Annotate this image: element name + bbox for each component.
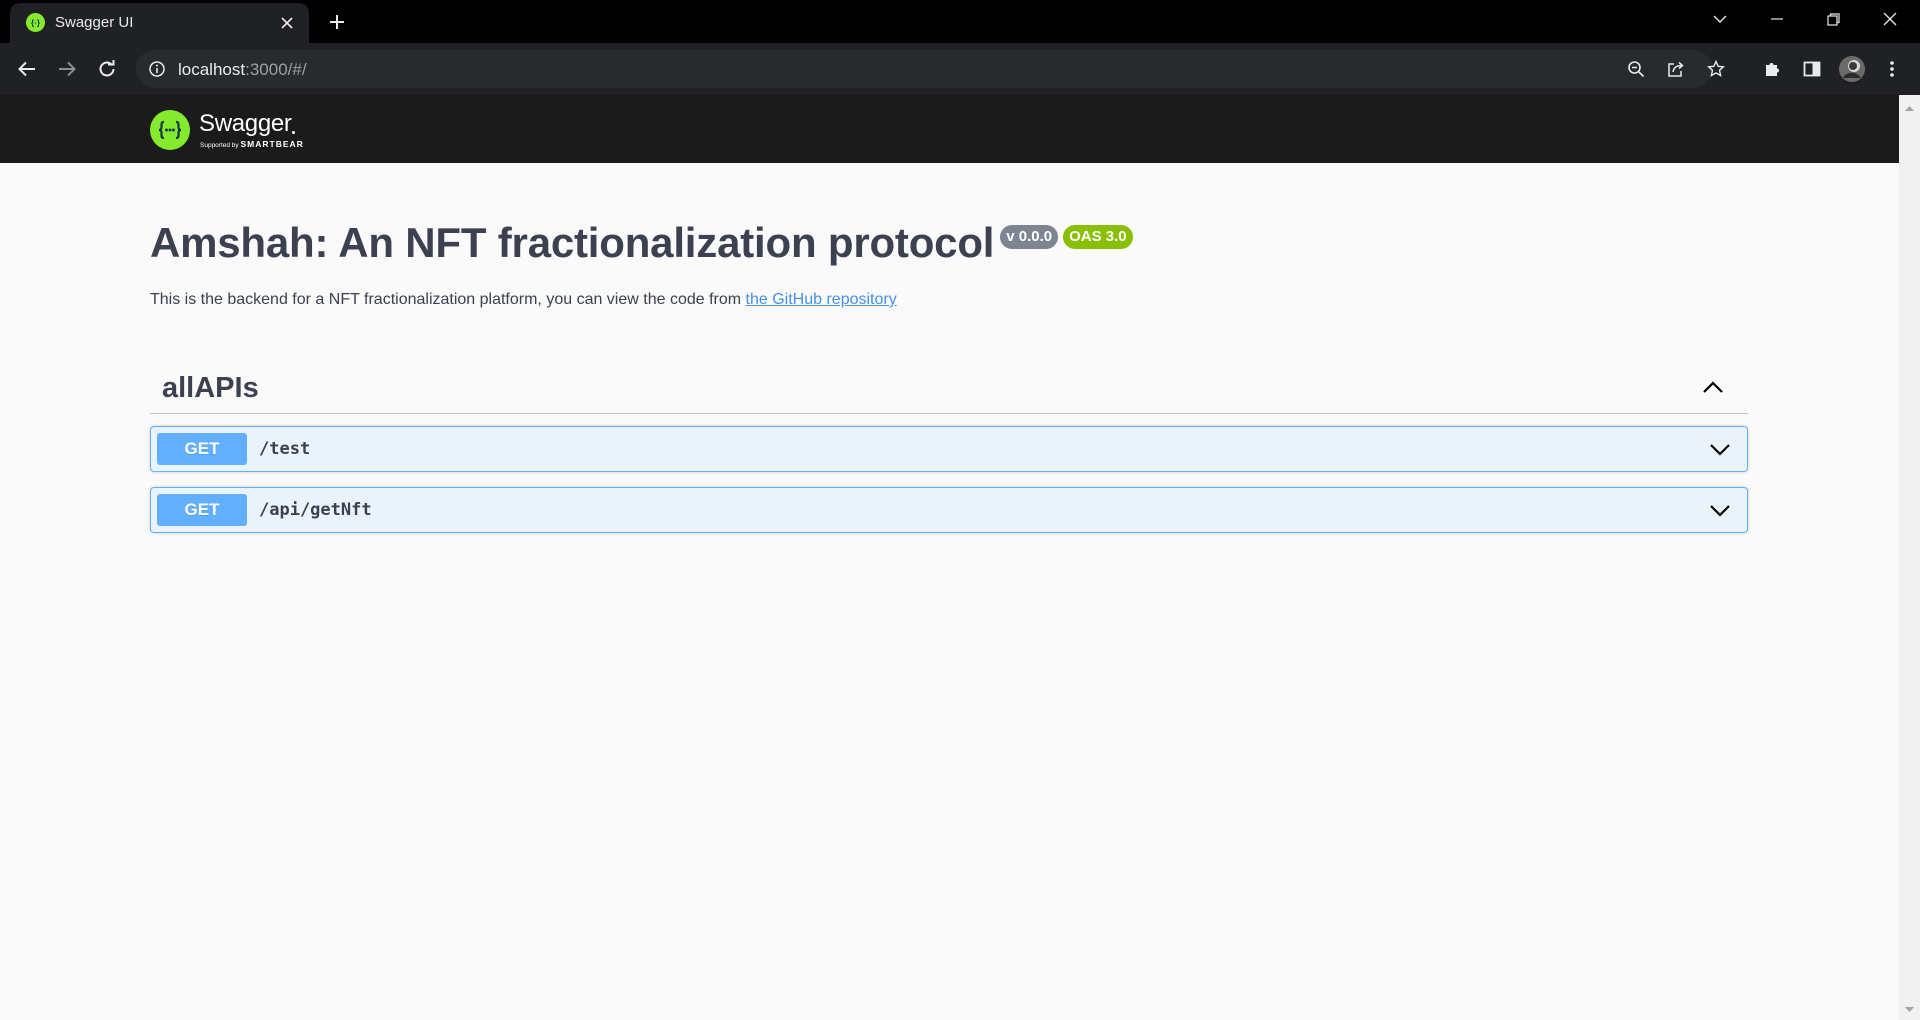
swagger-wordmark: Swagger — [199, 110, 292, 137]
operation-path: /api/getNft — [259, 500, 372, 520]
tab-search-icon[interactable] — [1700, 0, 1740, 38]
chevron-down-icon[interactable] — [1707, 497, 1733, 523]
title-row: Amshah: An NFT fractionalization protoco… — [150, 215, 1748, 271]
scroll-up-arrow-icon[interactable] — [1904, 101, 1915, 112]
arrow-left-icon[interactable] — [11, 53, 43, 85]
restore-icon[interactable] — [1813, 0, 1853, 38]
reload-icon[interactable] — [91, 53, 123, 85]
zoom-icon[interactable] — [1624, 57, 1648, 81]
chevron-down-icon[interactable] — [1707, 436, 1733, 462]
logo-dot — [292, 131, 295, 134]
star-icon[interactable] — [1704, 57, 1728, 81]
scroll-down-arrow-icon[interactable] — [1904, 1002, 1915, 1013]
minimize-icon[interactable] — [1757, 0, 1797, 38]
operation-path: /test — [259, 439, 311, 459]
site-info-icon[interactable] — [148, 60, 166, 78]
swagger-logo[interactable]: Swagger Supported by SMARTBEAR — [150, 106, 319, 154]
new-tab-icon[interactable] — [323, 8, 351, 36]
swagger-logo-icon — [150, 110, 190, 150]
share-icon[interactable] — [1664, 57, 1688, 81]
browser-tab[interactable]: {·} Swagger UI — [10, 3, 309, 43]
kebab-menu-icon[interactable] — [1876, 53, 1908, 85]
swagger-topbar: Swagger Supported by SMARTBEAR — [0, 95, 1899, 163]
page-scrollbar[interactable] — [1899, 95, 1920, 1020]
puzzle-icon[interactable] — [1756, 53, 1788, 85]
oas-badge: OAS 3.0 — [1063, 225, 1133, 249]
api-info: Amshah: An NFT fractionalization protoco… — [150, 215, 1748, 309]
url-text: localhost:3000/#/ — [178, 60, 307, 80]
svg-text:{·}: {·} — [31, 19, 40, 28]
url-host: localhost — [178, 60, 246, 79]
api-description: This is the backend for a NFT fractional… — [150, 291, 1748, 309]
supported-by-text: Supported by — [200, 142, 239, 149]
page-title: Amshah: An NFT fractionalization protoco… — [150, 219, 995, 266]
avatar[interactable] — [1836, 53, 1868, 85]
browser-toolbar: localhost:3000/#/ — [0, 43, 1920, 95]
operation-get-api-getnft[interactable]: GET /api/getNft — [150, 487, 1748, 533]
description-text: This is the backend for a NFT fractional… — [150, 291, 746, 308]
address-bar[interactable]: localhost:3000/#/ — [136, 50, 1725, 88]
browser-tab-strip: {·} Swagger UI — [0, 0, 1920, 43]
page-viewport: Swagger Supported by SMARTBEAR Amshah: A… — [0, 95, 1899, 1020]
operation-get-test[interactable]: GET /test — [150, 426, 1748, 472]
tag-name: allAPIs — [162, 372, 259, 404]
github-repository-link[interactable]: the GitHub repository — [746, 291, 897, 308]
tag-section-header[interactable]: allAPIs — [150, 362, 1748, 414]
tab-title: Swagger UI — [55, 14, 134, 31]
method-badge: GET — [157, 494, 247, 526]
close-window-icon[interactable] — [1870, 0, 1910, 38]
version-badge: v 0.0.0 — [1000, 225, 1059, 249]
swagger-favicon-icon: {·} — [26, 13, 45, 32]
arrow-right-icon[interactable] — [51, 53, 83, 85]
smartbear-text: SMARTBEAR — [240, 139, 304, 149]
side-panel-icon[interactable] — [1796, 53, 1828, 85]
chevron-up-icon[interactable] — [1700, 375, 1726, 401]
tab-close-icon[interactable] — [277, 13, 297, 33]
url-path: :3000/#/ — [245, 60, 307, 79]
swagger-logo-text: Swagger Supported by SMARTBEAR — [199, 109, 319, 151]
smartbear-subline: Supported by SMARTBEAR — [200, 139, 304, 149]
method-badge: GET — [157, 433, 247, 465]
